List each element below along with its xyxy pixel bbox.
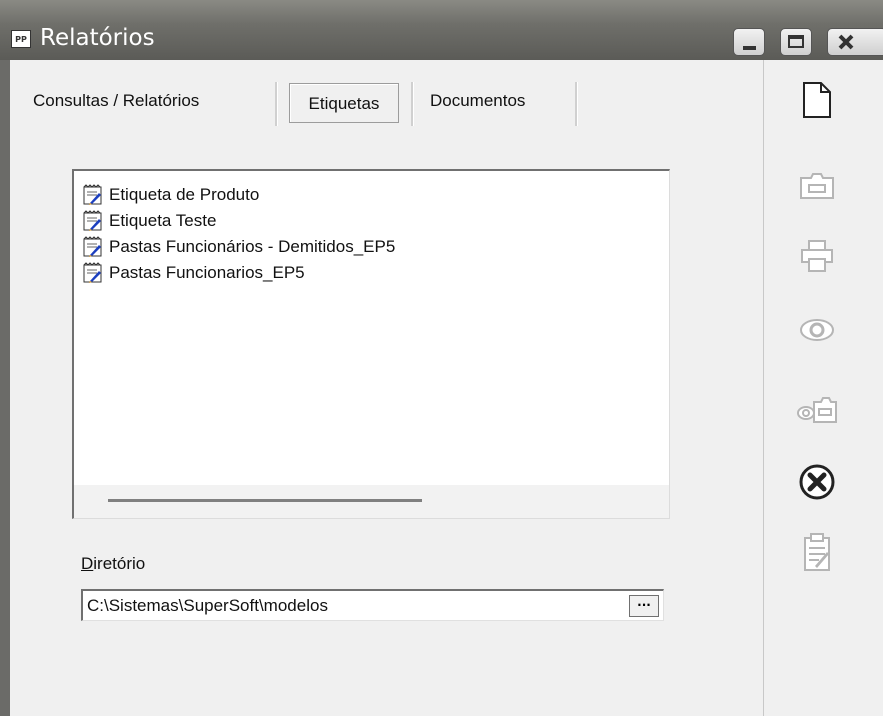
window-title: Relatórios <box>40 25 155 51</box>
list-item-label: Etiqueta Teste <box>109 211 217 230</box>
label-document-icon <box>83 236 102 257</box>
list-item[interactable]: Etiqueta Teste <box>82 209 216 233</box>
list-item[interactable]: Pastas Funcionários - Demitidos_EP5 <box>82 235 395 259</box>
tab-consultas-relatorios[interactable]: Consultas / Relatórios <box>33 87 199 123</box>
toolbar-panel <box>763 60 883 716</box>
edit-document-icon <box>804 533 830 571</box>
directory-label-accesskey: D <box>81 554 94 573</box>
directory-label: Diretório <box>81 554 145 574</box>
minimize-icon <box>743 46 756 50</box>
app-icon: PP <box>11 30 31 48</box>
list-item-label: Etiqueta de Produto <box>109 185 260 204</box>
title-bar[interactable]: PP Relatórios <box>0 0 883 60</box>
list-item-label: Pastas Funcionários - Demitidos_EP5 <box>109 237 396 256</box>
preview-button[interactable] <box>797 310 837 350</box>
maximize-icon <box>788 35 804 48</box>
label-document-icon <box>83 184 102 205</box>
scrollbar-thumb[interactable] <box>108 499 422 502</box>
tab-separator <box>275 82 278 126</box>
open-folder-icon <box>800 173 834 199</box>
new-document-icon <box>803 82 831 118</box>
list-item[interactable]: Etiqueta de Produto <box>82 183 259 207</box>
horizontal-scrollbar[interactable] <box>74 485 669 518</box>
tab-separator <box>411 82 414 126</box>
open-button[interactable] <box>797 166 837 206</box>
relatorios-window: PP Relatórios Consultas / Relatórios Eti… <box>0 0 883 716</box>
preview-eye-icon <box>800 319 834 341</box>
tab-documentos[interactable]: Documentos <box>430 87 525 123</box>
cancel-button[interactable] <box>797 462 837 502</box>
close-circle-icon <box>799 464 835 500</box>
tab-separator <box>575 82 578 126</box>
preview-open-button[interactable] <box>797 390 837 430</box>
list-item[interactable]: Pastas Funcionarios_EP5 <box>82 261 305 285</box>
tab-etiquetas[interactable]: Etiquetas <box>289 83 399 123</box>
label-document-icon <box>83 210 102 231</box>
directory-label-rest: iretório <box>93 554 146 573</box>
edit-button[interactable] <box>797 532 837 572</box>
list-item-label: Pastas Funcionarios_EP5 <box>109 263 305 282</box>
printer-icon <box>801 240 833 272</box>
maximize-button[interactable] <box>780 28 812 56</box>
browse-directory-button[interactable]: ··· <box>629 595 659 617</box>
close-icon <box>838 34 854 50</box>
directory-field[interactable] <box>81 589 664 621</box>
labels-listbox[interactable]: Etiqueta de Produto Etiqueta Teste Pasta… <box>72 169 670 519</box>
minimize-button[interactable] <box>733 28 765 56</box>
close-button[interactable] <box>827 28 883 56</box>
preview-folder-icon <box>797 397 837 423</box>
new-button[interactable] <box>797 80 837 120</box>
print-button[interactable] <box>797 236 837 276</box>
directory-input[interactable] <box>87 594 627 618</box>
label-document-icon <box>83 262 102 283</box>
